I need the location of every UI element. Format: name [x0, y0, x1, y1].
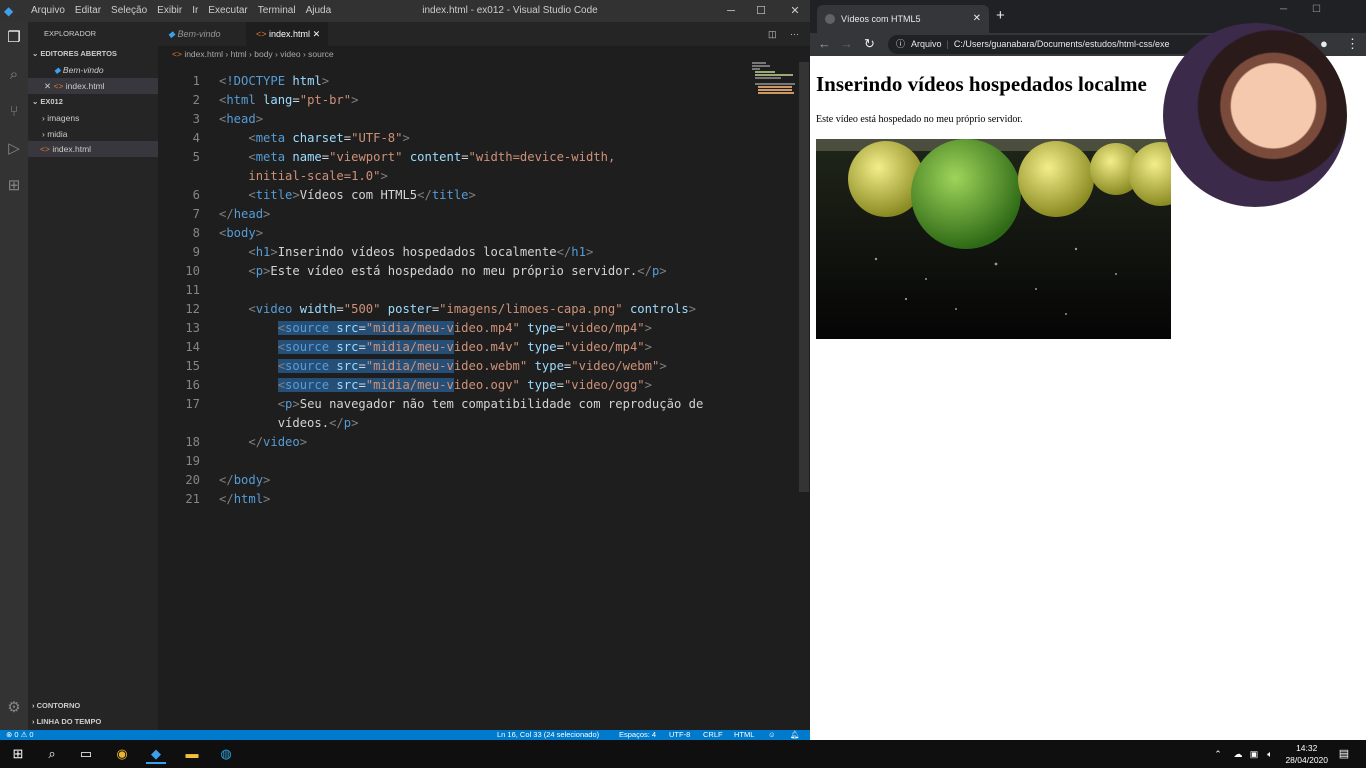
video-player[interactable] — [816, 139, 1171, 339]
explorer-title: EXPLORADOR — [44, 29, 97, 38]
folder-item-midia[interactable]: › midia — [28, 126, 158, 142]
back-icon[interactable]: ← — [818, 35, 831, 53]
maximize-icon[interactable]: ☐ — [746, 0, 776, 22]
language-status[interactable]: HTML — [734, 730, 754, 740]
folder-item-imagens[interactable]: › imagens — [28, 110, 158, 126]
new-tab-icon[interactable]: + — [996, 7, 1005, 24]
edge-icon[interactable]: ◍ — [216, 744, 236, 764]
forward-icon[interactable]: → — [840, 35, 853, 53]
search-icon[interactable]: ⌕ — [4, 65, 24, 85]
chrome-icon[interactable]: ◉ — [112, 744, 132, 764]
indentation-status[interactable]: Espaços: 4 — [619, 730, 656, 740]
file-explorer-icon[interactable]: ▬ — [182, 744, 202, 764]
timeline-header[interactable]: › LINHA DO TEMPO — [28, 714, 158, 730]
file-item-index[interactable]: <> index.html — [28, 141, 158, 157]
explorer-sidebar: EXPLORADOR ⌄ EDITORES ABERTOS ◆ Bem-vind… — [28, 22, 158, 730]
minimap[interactable] — [752, 62, 798, 96]
system-clock[interactable]: 14:32 28/04/2020 — [1285, 742, 1328, 766]
vscode-window: ◆ Arquivo Editar Seleção Exibir Ir Execu… — [0, 0, 810, 740]
folder-header[interactable]: ⌄ EX012 — [28, 94, 158, 110]
page-favicon-icon — [825, 14, 835, 24]
video-poster-image — [816, 139, 1171, 339]
editor-tabs: ◆ Bem-vindo <> index.html ✕ ◫ ··· — [158, 22, 810, 46]
extensions-icon[interactable]: ⊞ — [4, 176, 24, 196]
notifications-icon[interactable]: 🔔︎ — [790, 730, 800, 740]
close-icon[interactable]: ✕ — [780, 0, 810, 22]
open-editor-item[interactable]: ✕ <> index.html — [28, 78, 158, 94]
breadcrumb-item[interactable]: video — [280, 49, 300, 59]
tab-bem-vindo[interactable]: ◆ Bem-vindo — [158, 22, 246, 46]
windows-taskbar: ⊞ ⌕ ▭ ◉ ◆ ▬ ◍ ⌃ ☁ ▣ 🔈︎ 14:32 28/04/2020 … — [0, 740, 1366, 768]
breadcrumb-item[interactable]: source — [308, 49, 334, 59]
open-editor-item[interactable]: ◆ Bem-vindo — [28, 62, 158, 78]
address-text: C:/Users/guanabara/Documents/estudos/htm… — [953, 39, 1170, 49]
feedback-icon[interactable]: ☺ — [768, 730, 776, 740]
outline-header[interactable]: › CONTORNO — [28, 698, 158, 714]
info-icon[interactable]: ⓘ — [896, 39, 905, 49]
menu-icon[interactable]: ⋮ — [1346, 35, 1359, 53]
editor-area: ◆ Bem-vindo <> index.html ✕ ◫ ··· <> ind… — [158, 22, 810, 730]
browser-tab[interactable]: Vídeos com HTML5 ✕ — [817, 5, 989, 33]
volume-icon[interactable]: 🔈︎ — [1260, 744, 1280, 764]
tab-close-icon[interactable]: ✕ — [313, 29, 321, 39]
address-scheme-label: Arquivo — [911, 39, 942, 49]
activity-bar: ❐ ⌕ ⑂ ▷ ⊞ ⚙ — [0, 22, 28, 730]
page-heading: Inserindo vídeos hospedados localme — [816, 72, 1147, 96]
run-icon[interactable]: ▷ — [4, 139, 24, 159]
breadcrumb-item[interactable]: html — [231, 49, 247, 59]
open-editors-header[interactable]: ⌄ EDITORES ABERTOS — [28, 46, 158, 62]
clock-date: 28/04/2020 — [1285, 755, 1328, 765]
vscode-titlebar: ◆ Arquivo Editar Seleção Exibir Ir Execu… — [0, 0, 810, 22]
eol-status[interactable]: CRLF — [703, 730, 723, 740]
settings-icon[interactable]: ⚙ — [4, 698, 24, 718]
clock-time: 14:32 — [1296, 743, 1318, 753]
tray-chevron-icon[interactable]: ⌃ — [1208, 744, 1228, 764]
webcam-overlay-image — [1163, 23, 1347, 207]
vscode-taskbar-icon[interactable]: ◆ — [146, 744, 166, 764]
split-editor-icon[interactable]: ◫ — [758, 22, 777, 46]
encoding-status[interactable]: UTF-8 — [669, 730, 690, 740]
browser-maximize-icon[interactable]: ☐ — [1312, 4, 1321, 15]
cursor-position[interactable]: Ln 16, Col 33 (24 selecionado) — [497, 730, 599, 740]
tab-index-html[interactable]: <> index.html ✕ — [246, 22, 328, 46]
search-icon[interactable]: ⌕ — [42, 744, 62, 764]
window-title: index.html - ex012 - Visual Studio Code — [422, 5, 598, 16]
problems-status[interactable]: ⊗ 0 ⚠ 0 — [6, 730, 34, 740]
editor-scrollbar[interactable] — [799, 62, 809, 492]
tab-title: Vídeos com HTML5 — [841, 14, 921, 24]
minimize-icon[interactable]: ─ — [716, 0, 746, 22]
status-bar: ⊗ 0 ⚠ 0 Ln 16, Col 33 (24 selecionado) E… — [0, 730, 810, 740]
files-icon[interactable]: ❐ — [4, 28, 24, 48]
reload-icon[interactable]: ↻ — [864, 35, 875, 53]
breadcrumb-item[interactable]: body — [254, 49, 272, 59]
breadcrumb-item[interactable]: index.html — [184, 49, 223, 59]
task-view-icon[interactable]: ▭ — [76, 744, 96, 764]
source-control-icon[interactable]: ⑂ — [4, 102, 24, 122]
tab-close-icon[interactable]: ✕ — [973, 5, 981, 33]
windows-start-icon[interactable]: ⊞ — [8, 744, 28, 764]
more-actions-icon[interactable]: ··· — [780, 22, 799, 46]
notification-center-icon[interactable]: ▤ — [1334, 744, 1354, 764]
breadcrumb: <> index.html › html › body › video › so… — [172, 49, 334, 59]
page-paragraph: Este vídeo está hospedado no meu próprio… — [816, 114, 1023, 125]
browser-minimize-icon[interactable]: ─ — [1280, 4, 1287, 15]
